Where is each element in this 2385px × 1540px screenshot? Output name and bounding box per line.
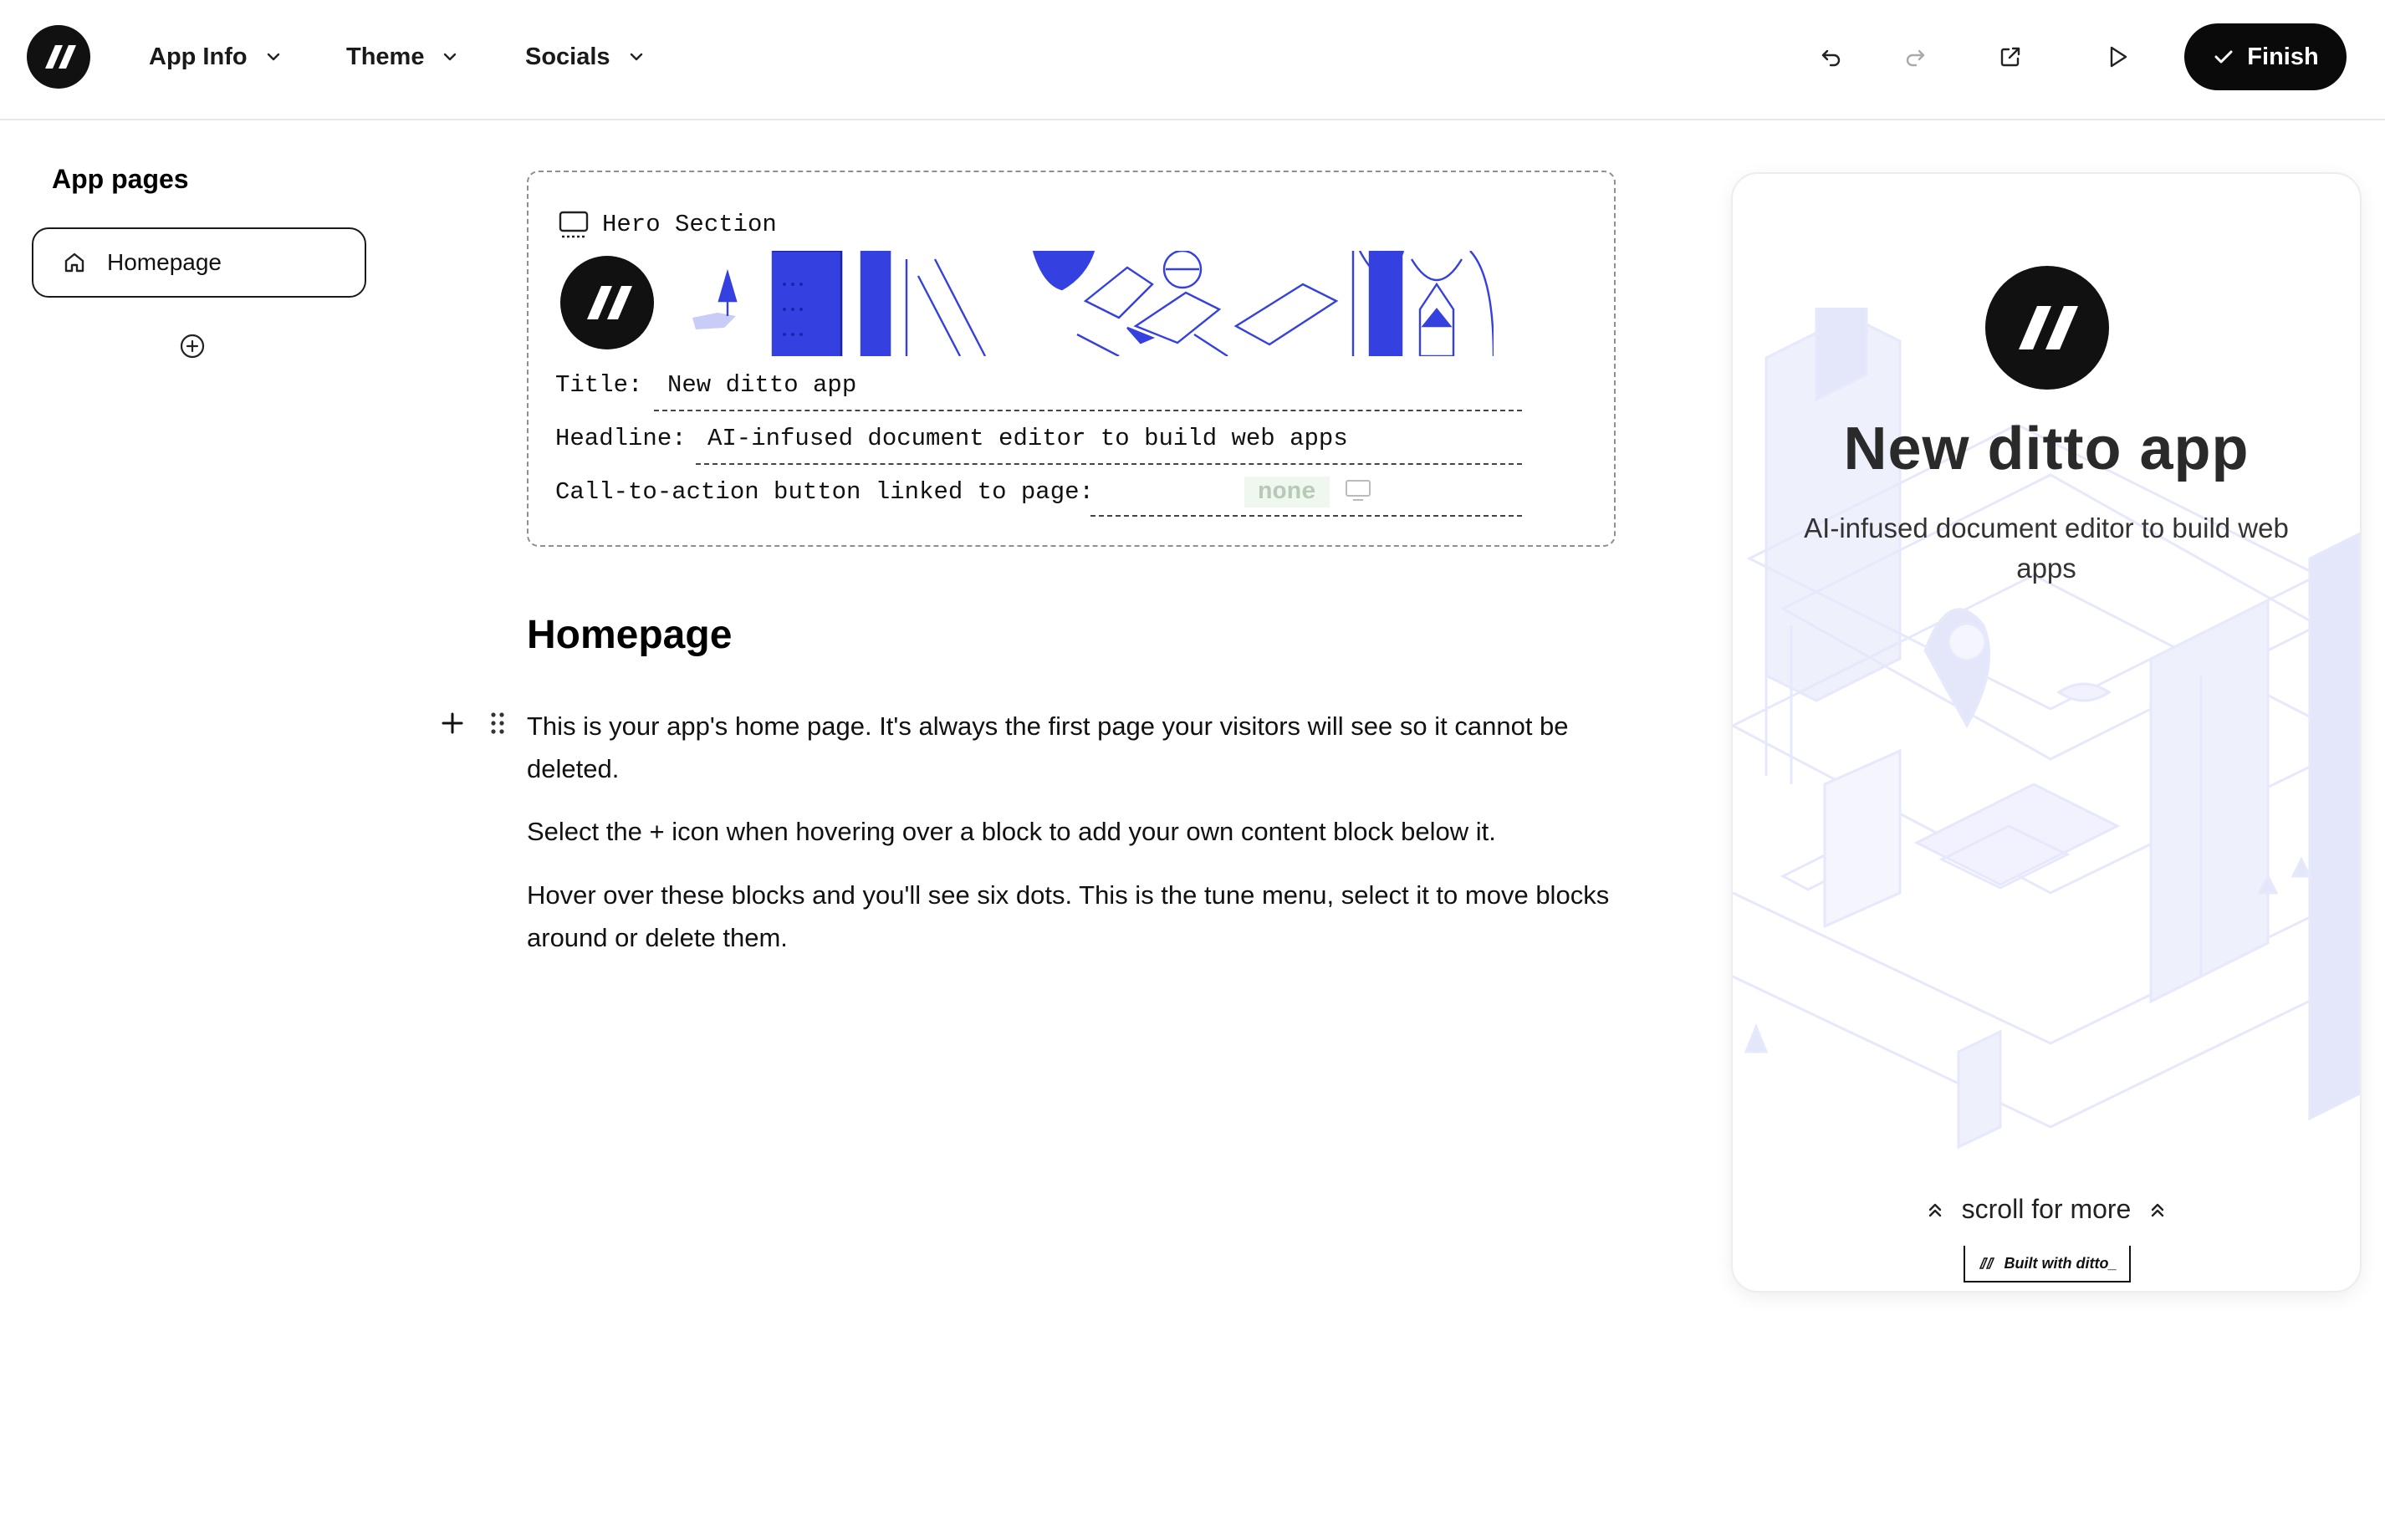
preview-logo: [1985, 266, 2109, 390]
external-link-icon: [2000, 47, 2020, 67]
home-icon: [62, 250, 87, 275]
chevron-down-icon: [630, 53, 642, 61]
socials-menu-label: Socials: [525, 43, 610, 70]
sidebar-title: App pages: [52, 164, 189, 194]
double-chevron-up-icon: [1928, 1203, 1941, 1216]
hero-section-label: Hero Section: [602, 211, 777, 238]
preview-title: New ditto app: [1843, 416, 2250, 482]
top-toolbar: App Info Theme Socials Finish: [0, 0, 2385, 120]
theme-menu-label: Theme: [346, 43, 425, 70]
hero-logo[interactable]: [560, 256, 654, 349]
finish-button[interactable]: Finish: [2184, 23, 2347, 90]
content-paragraph[interactable]: Hover over these blocks and you'll see s…: [527, 874, 1614, 959]
cta-field-label: Call-to-action button linked to page:: [555, 478, 1094, 506]
finish-button-label: Finish: [2247, 43, 2319, 70]
add-page-button[interactable]: [177, 331, 207, 361]
plus-circle-icon: [180, 334, 205, 359]
check-icon: [2214, 50, 2233, 64]
scroll-for-more-label: scroll for more: [1961, 1194, 2132, 1224]
app-info-menu-label: App Info: [149, 43, 248, 70]
built-with-ditto-label: Built with ditto_: [2004, 1254, 2117, 1272]
headline-field-underline: [696, 463, 1522, 465]
sidebar-item-label: Homepage: [107, 249, 222, 275]
play-icon: [2110, 46, 2127, 68]
app-info-menu[interactable]: App Info: [149, 37, 283, 77]
headline-field-input[interactable]: AI-infused document editor to build web …: [707, 425, 1348, 452]
sidebar-item-homepage[interactable]: Homepage: [32, 227, 366, 298]
theme-menu[interactable]: Theme: [346, 37, 459, 77]
title-field-label: Title:: [555, 371, 643, 399]
open-external-button[interactable]: [1990, 37, 2030, 77]
play-preview-button[interactable]: [2097, 37, 2137, 77]
hero-illustration-image[interactable]: [684, 251, 1494, 356]
undo-icon: [1821, 49, 1841, 67]
cta-field-underline: [1090, 515, 1522, 517]
hero-section-card[interactable]: Hero Section Title: New ditto app Headli…: [527, 171, 1616, 547]
ditto-logo[interactable]: [27, 25, 90, 89]
double-chevron-up-icon: [2152, 1203, 2164, 1216]
ditto-mark-icon: [1979, 1257, 1994, 1269]
plus-icon: [442, 712, 463, 734]
scroll-for-more-hint[interactable]: scroll for more: [1733, 1194, 2360, 1225]
socials-menu[interactable]: Socials: [525, 37, 646, 77]
add-block-button[interactable]: [438, 709, 467, 737]
cta-page-select[interactable]: none: [1244, 477, 1330, 507]
page-title: Homepage: [527, 613, 733, 657]
chevron-down-icon: [444, 53, 457, 61]
monitor-icon: [559, 211, 589, 238]
content-paragraph[interactable]: Select the + icon when hovering over a b…: [527, 810, 1614, 853]
drag-dots-icon: [491, 712, 504, 734]
block-tune-menu-handle[interactable]: [487, 709, 508, 737]
content-paragraph[interactable]: This is your app's home page. It's alway…: [527, 705, 1614, 790]
preview-headline: AI-infused document editor to build web …: [1804, 512, 2289, 584]
headline-field-label: Headline:: [555, 425, 687, 452]
chevron-down-icon: [267, 53, 279, 61]
title-field-input[interactable]: New ditto app: [667, 371, 856, 399]
app-preview-panel[interactable]: New ditto app AI-infused document editor…: [1733, 174, 2360, 1291]
redo-button[interactable]: [1895, 37, 1935, 77]
built-with-ditto-badge[interactable]: Built with ditto_: [1964, 1246, 2131, 1282]
monitor-icon: [1346, 480, 1371, 501]
title-field-underline: [654, 410, 1522, 411]
redo-icon: [1906, 49, 1925, 67]
undo-button[interactable]: [1811, 37, 1851, 77]
